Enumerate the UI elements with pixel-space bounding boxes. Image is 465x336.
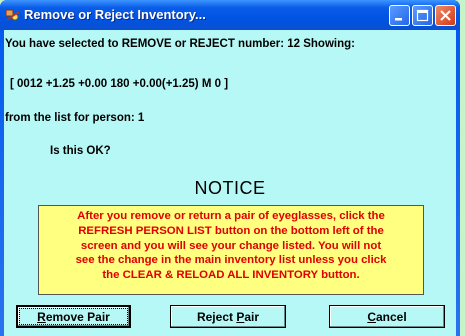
selection-message: You have selected to REMOVE or REJECT nu… — [5, 38, 355, 50]
confirm-question: Is this OK? — [50, 145, 111, 157]
notice-line: REFRESH PERSON LIST button on the bottom… — [78, 224, 384, 237]
reject-label-rest: air — [244, 309, 260, 324]
window-title: Remove or Reject Inventory... — [24, 7, 206, 22]
remove-accelerator: R — [37, 310, 46, 324]
notice-line: the CLEAR & RELOAD ALL INVENTORY button. — [102, 269, 360, 282]
close-icon — [440, 10, 451, 21]
eyeglasses-app-icon[interactable] — [5, 7, 21, 23]
cancel-label-rest: ancel — [375, 309, 407, 324]
dialog-content: You have selected to REMOVE or REJECT nu… — [4, 30, 456, 336]
notice-line: see the change in the main inventory lis… — [75, 254, 387, 267]
notice-line: screen and you will see your change list… — [80, 239, 382, 252]
item-details: [ 0012 +1.25 +0.00 180 +0.00(+1.25) M 0 … — [10, 78, 229, 90]
reject-pair-button[interactable]: Reject Pair — [170, 305, 286, 328]
remove-pair-button[interactable]: Remove Pair — [16, 305, 131, 328]
minimize-icon — [395, 18, 402, 21]
notice-line: After you remove or return a pair of eye… — [77, 210, 385, 222]
maximize-button[interactable] — [412, 5, 433, 26]
maximize-icon — [416, 9, 429, 22]
notice-heading: NOTICE — [194, 178, 266, 198]
reject-prefix: Reject — [196, 309, 237, 324]
title-bar[interactable]: Remove or Reject Inventory... — [0, 0, 460, 30]
cancel-button[interactable]: Cancel — [329, 305, 445, 328]
dialog-window: Remove or Reject Inventory... You have s… — [0, 0, 460, 336]
notice-box: After you remove or return a pair of eye… — [38, 205, 424, 295]
person-message: from the list for person: 1 — [5, 112, 145, 124]
cancel-accelerator: C — [367, 309, 376, 324]
remove-label-rest: emove Pair — [45, 310, 110, 324]
minimize-button[interactable] — [389, 5, 410, 26]
close-button[interactable] — [435, 5, 456, 26]
